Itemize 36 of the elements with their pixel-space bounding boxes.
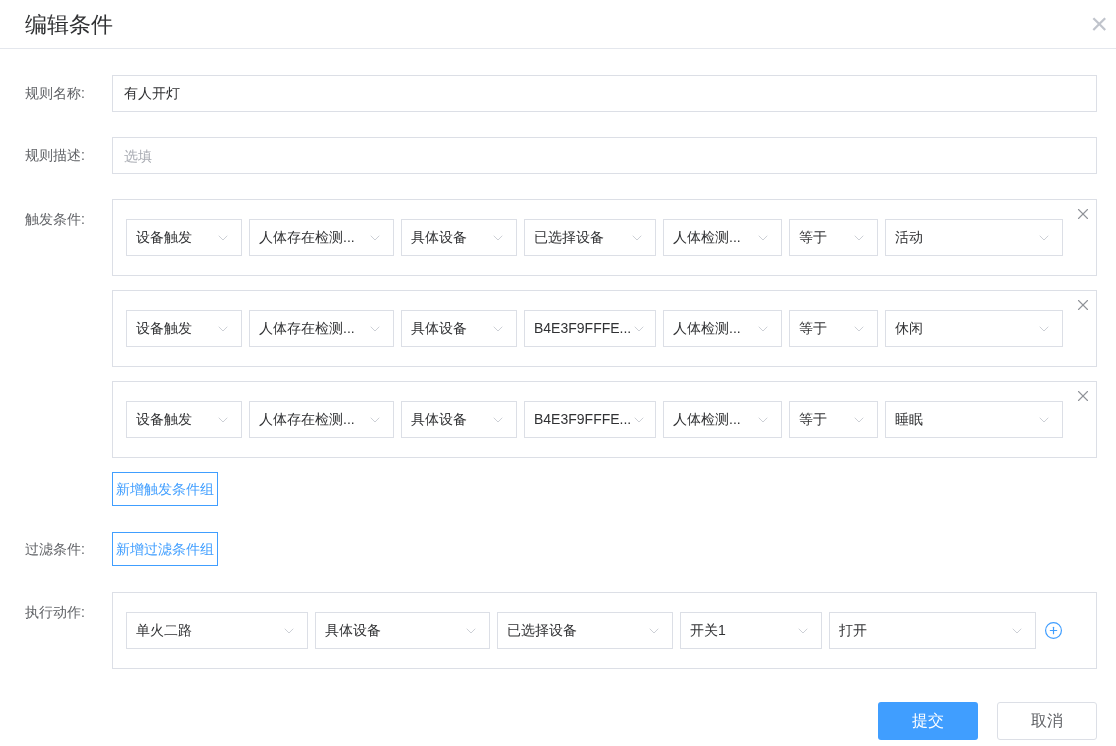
rule-description-input[interactable]: 选填	[112, 137, 1097, 174]
dropdown-select[interactable]: 开关1	[680, 612, 822, 649]
field-label: 执行动作:	[25, 604, 85, 620]
dropdown-select[interactable]: B4E3F9FFFE...	[524, 401, 656, 438]
dropdown-select[interactable]: 具体设备	[315, 612, 490, 649]
dropdown-select[interactable]: 已选择设备	[524, 219, 656, 256]
dropdown-select[interactable]: 休闲	[885, 310, 1063, 347]
add-circle-icon[interactable]	[1044, 621, 1063, 640]
dropdown-select[interactable]: B4E3F9FFFE...	[524, 310, 656, 347]
dropdown-select[interactable]: 活动	[885, 219, 1063, 256]
dropdown-select[interactable]: 具体设备	[401, 401, 517, 438]
cancel-button[interactable]: 取消	[997, 702, 1097, 740]
dropdown-select[interactable]: 设备触发	[126, 401, 242, 438]
dropdown-select[interactable]: 人体检测...	[663, 401, 782, 438]
dropdown-select[interactable]: 单火二路	[126, 612, 308, 649]
field-label: 规则描述:	[25, 147, 85, 163]
dropdown-select[interactable]: 等于	[789, 401, 878, 438]
dropdown-select[interactable]: 等于	[789, 310, 878, 347]
dropdown-select[interactable]: 已选择设备	[497, 612, 673, 649]
field-label: 规则名称:	[25, 85, 85, 101]
dropdown-select[interactable]: 人体存在检测...	[249, 401, 394, 438]
dropdown-select[interactable]: 人体存在检测...	[249, 219, 394, 256]
dropdown-select[interactable]: 人体检测...	[663, 310, 782, 347]
dropdown-select[interactable]: 等于	[789, 219, 878, 256]
dialog-title: 编辑条件	[25, 10, 113, 39]
dropdown-select[interactable]: 具体设备	[401, 310, 517, 347]
dropdown-select[interactable]: 睡眠	[885, 401, 1063, 438]
dropdown-select[interactable]: 人体检测...	[663, 219, 782, 256]
field-label: 过滤条件:	[25, 540, 85, 557]
rule-name-input[interactable]: 有人开灯	[112, 75, 1097, 112]
dropdown-select[interactable]: 设备触发	[126, 310, 242, 347]
dropdown-select[interactable]: 打开	[829, 612, 1036, 649]
field-label: 触发条件:	[25, 211, 85, 227]
dropdown-select[interactable]: 设备触发	[126, 219, 242, 256]
dropdown-select[interactable]: 人体存在检测...	[249, 310, 394, 347]
dropdown-select[interactable]: 具体设备	[401, 219, 517, 256]
